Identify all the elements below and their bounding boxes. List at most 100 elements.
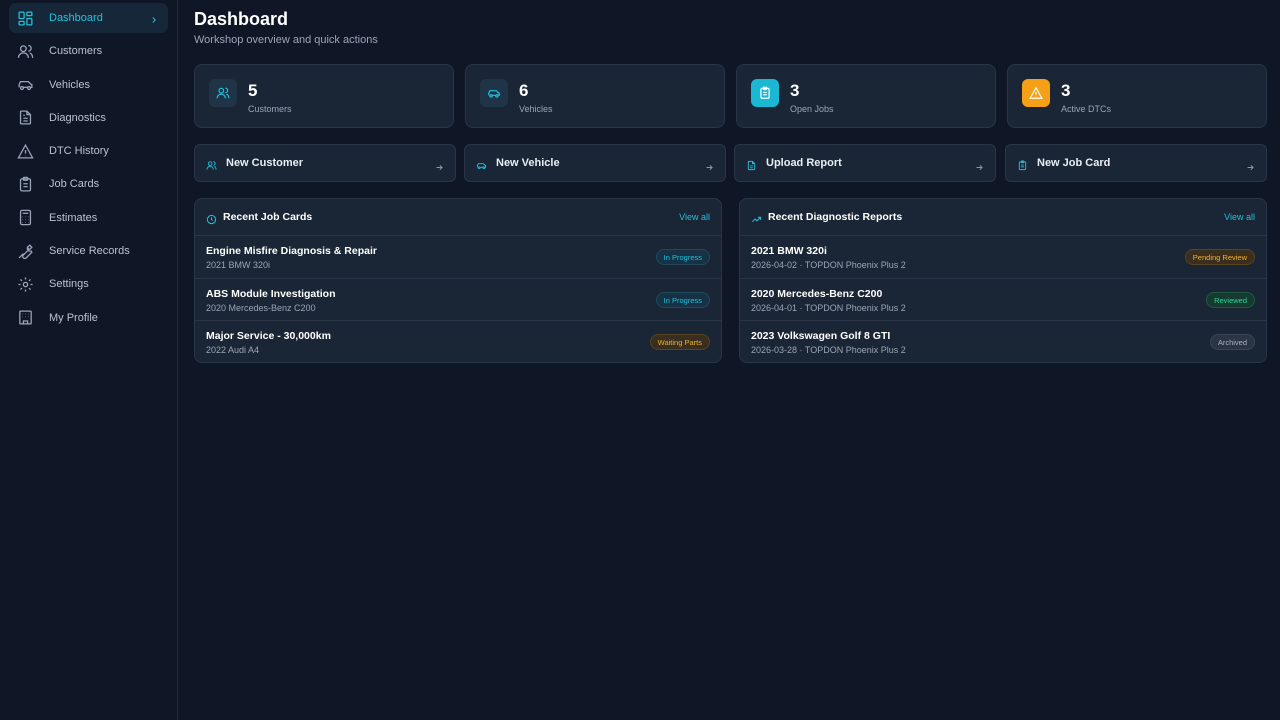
page-subtitle: Workshop overview and quick actions xyxy=(194,34,378,46)
job-card-title: Major Service - 30,000km xyxy=(206,330,331,342)
view-all-reports-link[interactable]: View all xyxy=(1224,212,1255,222)
stat-value: 5 xyxy=(248,81,258,100)
stat-value: 3 xyxy=(1061,81,1071,100)
status-badge: In Progress xyxy=(655,291,710,308)
stat-card-active-dtcs: 3 Active DTCs xyxy=(1007,64,1267,128)
arrow-right-icon xyxy=(705,159,714,171)
status-badge: Reviewed xyxy=(1206,291,1255,308)
gear-icon xyxy=(17,276,34,293)
sidebar-item-label: Estimates xyxy=(49,211,98,224)
sidebar-item-label: Vehicles xyxy=(49,78,90,91)
clipboard-icon xyxy=(751,79,779,107)
status-badge: Waiting Parts xyxy=(649,334,710,350)
page-title: Dashboard xyxy=(194,9,289,29)
user-plus-icon xyxy=(206,158,217,170)
sidebar-item-dashboard[interactable]: Dashboard xyxy=(9,3,168,33)
clipboard-icon xyxy=(17,176,34,193)
sidebar-item-service-records[interactable]: Service Records xyxy=(9,236,168,266)
stat-label: Customers xyxy=(248,104,292,114)
stat-card-vehicles: 6 Vehicles xyxy=(465,64,725,128)
sidebar-item-customers[interactable]: Customers xyxy=(9,36,168,66)
report-row[interactable]: 2021 BMW 320i 2026-04-02 · TOPDON Phoeni… xyxy=(740,236,1266,279)
users-icon xyxy=(17,43,34,60)
action-label: New Vehicle xyxy=(496,157,560,169)
report-vehicle: 2023 Volkswagen Golf 8 GTI xyxy=(751,330,891,342)
car-icon xyxy=(476,158,487,170)
sidebar-item-label: Job Cards xyxy=(49,178,100,191)
clock-icon xyxy=(206,212,217,225)
sidebar-item-label: Settings xyxy=(49,278,89,291)
report-row[interactable]: 2020 Mercedes-Benz C200 2026-04-01 · TOP… xyxy=(740,279,1266,321)
status-badge: In Progress xyxy=(655,249,710,265)
job-card-vehicle: 2020 Mercedes-Benz C200 xyxy=(206,302,316,313)
chevron-right-icon xyxy=(149,12,159,24)
stat-value: 3 xyxy=(790,81,800,100)
calculator-icon xyxy=(17,209,34,226)
arrow-right-icon xyxy=(435,159,444,171)
trending-up-icon xyxy=(751,212,762,223)
stat-card-open-jobs: 3 Open Jobs xyxy=(736,64,996,128)
sidebar-item-diagnostics[interactable]: Diagnostics xyxy=(9,103,168,133)
stat-value: 6 xyxy=(519,81,529,100)
recent-diagnostic-reports-panel: Recent Diagnostic Reports View all 2021 … xyxy=(739,198,1267,363)
stat-label: Vehicles xyxy=(519,104,553,114)
sidebar: Dashboard Customers Vehicles Diagnostics… xyxy=(0,0,178,720)
panel-header: Recent Diagnostic Reports View all xyxy=(740,199,1266,236)
clipboard-icon xyxy=(1017,158,1028,171)
action-label: New Job Card xyxy=(1037,157,1111,169)
report-vehicle: 2021 BMW 320i xyxy=(751,245,827,257)
sidebar-item-my-profile[interactable]: My Profile xyxy=(9,303,168,333)
new-vehicle-button[interactable]: New Vehicle xyxy=(464,144,726,182)
stat-label: Open Jobs xyxy=(790,104,834,114)
arrow-right-icon xyxy=(975,159,984,171)
job-card-row[interactable]: ABS Module Investigation 2020 Mercedes-B… xyxy=(195,279,721,321)
report-row[interactable]: 2023 Volkswagen Golf 8 GTI 2026-03-28 · … xyxy=(740,321,1266,362)
file-icon xyxy=(746,158,757,171)
sidebar-item-label: DTC History xyxy=(49,145,109,158)
sidebar-item-vehicles[interactable]: Vehicles xyxy=(9,70,168,100)
building-icon xyxy=(17,309,34,326)
upload-report-button[interactable]: Upload Report xyxy=(734,144,996,182)
new-job-card-button[interactable]: New Job Card xyxy=(1005,144,1267,182)
sidebar-item-label: Diagnostics xyxy=(49,111,106,124)
sidebar-item-estimates[interactable]: Estimates xyxy=(9,203,168,233)
job-card-row[interactable]: Major Service - 30,000km 2022 Audi A4 Wa… xyxy=(195,321,721,362)
users-icon xyxy=(209,79,237,107)
sidebar-item-dtc-history[interactable]: DTC History xyxy=(9,136,168,166)
panel-title: Recent Diagnostic Reports xyxy=(768,211,903,223)
job-card-title: ABS Module Investigation xyxy=(206,287,336,300)
arrow-right-icon xyxy=(1246,159,1255,171)
recent-job-cards-panel: Recent Job Cards View all Engine Misfire… xyxy=(194,198,722,363)
job-card-vehicle: 2021 BMW 320i xyxy=(206,260,271,270)
panel-header: Recent Job Cards View all xyxy=(195,199,721,236)
sidebar-item-label: Service Records xyxy=(49,245,130,258)
status-badge: Pending Review xyxy=(1184,249,1255,265)
sidebar-item-label: My Profile xyxy=(49,311,98,324)
sidebar-item-label: Customers xyxy=(49,45,103,58)
sidebar-item-label: Dashboard xyxy=(49,12,103,24)
sidebar-item-job-cards[interactable]: Job Cards xyxy=(9,169,168,199)
report-meta: 2026-03-28 · TOPDON Phoenix Plus 2 xyxy=(751,345,906,355)
job-card-title: Engine Misfire Diagnosis & Repair xyxy=(206,245,377,257)
report-meta: 2026-04-02 · TOPDON Phoenix Plus 2 xyxy=(751,260,906,270)
report-vehicle: 2020 Mercedes-Benz C200 xyxy=(751,287,883,300)
new-customer-button[interactable]: New Customer xyxy=(194,144,456,182)
car-icon xyxy=(480,79,508,107)
wrench-icon xyxy=(17,243,34,260)
sidebar-item-settings[interactable]: Settings xyxy=(9,269,168,299)
job-card-vehicle: 2022 Audi A4 xyxy=(206,345,260,355)
file-icon xyxy=(17,109,34,126)
warning-icon xyxy=(1022,79,1050,107)
action-label: New Customer xyxy=(226,157,304,169)
action-label: Upload Report xyxy=(766,157,842,169)
view-all-job-cards-link[interactable]: View all xyxy=(679,212,710,222)
dashboard-icon xyxy=(17,10,34,27)
job-card-row[interactable]: Engine Misfire Diagnosis & Repair 2021 B… xyxy=(195,236,721,279)
car-icon xyxy=(17,76,34,93)
report-meta: 2026-04-01 · TOPDON Phoenix Plus 2 xyxy=(751,302,906,313)
stat-label: Active DTCs xyxy=(1061,104,1112,114)
status-badge: Archived xyxy=(1209,334,1255,350)
stat-card-customers: 5 Customers xyxy=(194,64,454,128)
panel-title: Recent Job Cards xyxy=(223,211,313,223)
warning-icon xyxy=(17,143,34,160)
